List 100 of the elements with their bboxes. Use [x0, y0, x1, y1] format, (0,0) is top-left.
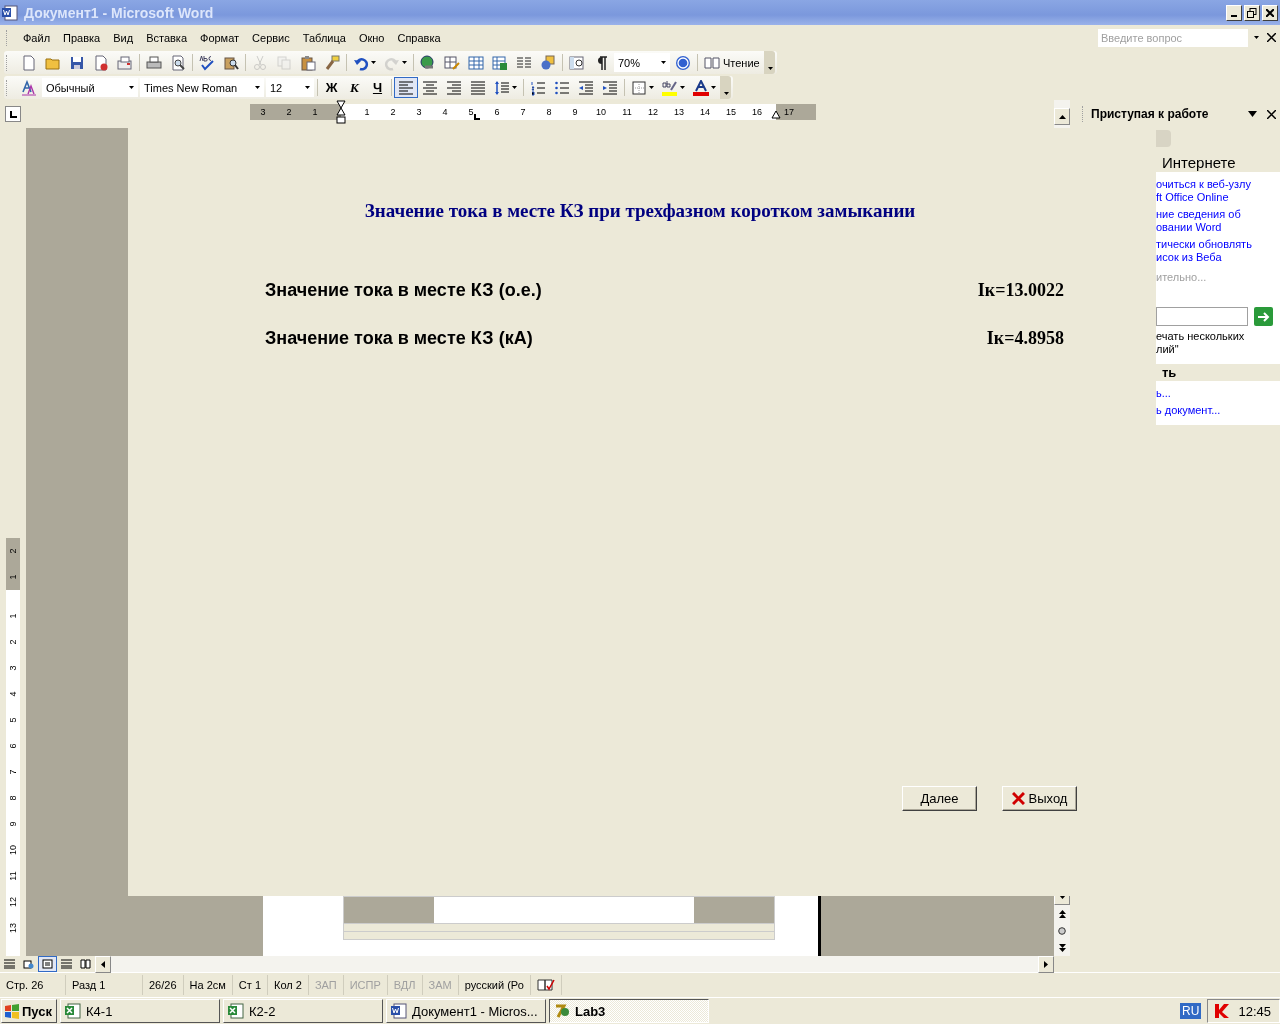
view-icon[interactable] [80, 959, 91, 969]
dropdown-caret-icon[interactable] [767, 67, 773, 70]
double-up-arrow-icon[interactable] [1058, 909, 1066, 918]
dropdown-caret-icon[interactable] [680, 86, 685, 89]
ruler-number: 2 [8, 548, 18, 554]
circle-icon[interactable] [1058, 926, 1066, 935]
menu-item[interactable]: Вид [107, 29, 140, 46]
close-button[interactable] [1262, 4, 1278, 21]
taskbar-button[interactable]: К2-2 [223, 999, 383, 1023]
close-icon[interactable] [1266, 8, 1274, 17]
ruler-number: 5 [468, 107, 474, 117]
up-arrow-icon[interactable] [1058, 114, 1066, 119]
scroll-up-button[interactable] [1054, 108, 1070, 125]
tab-stop-icon[interactable] [474, 114, 480, 120]
clock: 12:45 [1238, 1003, 1271, 1019]
view-icon[interactable] [23, 959, 34, 969]
pane-link[interactable]: ь... [1156, 387, 1276, 400]
taskbar-button[interactable]: Документ1 - Micros... [386, 999, 546, 1023]
left-arrow-icon[interactable] [101, 960, 105, 968]
go-button[interactable] [1254, 307, 1273, 326]
result-label: Значение тока в месте КЗ (о.е.) [265, 280, 542, 301]
reading-button[interactable]: Чтение [700, 52, 764, 73]
dropdown-caret-icon[interactable] [371, 61, 376, 64]
right-indent-marker-icon[interactable] [771, 110, 781, 119]
ruler-number: 11 [622, 107, 632, 117]
style-combo[interactable]: Обычный [42, 78, 138, 97]
taskbar-button[interactable]: К4-1 [60, 999, 220, 1023]
minimize-button[interactable] [1226, 4, 1242, 21]
menu-item[interactable]: Формат [194, 29, 246, 46]
ruler-number: 7 [520, 107, 526, 117]
ruler-number: 12 [648, 107, 658, 117]
dropdown-caret-icon[interactable] [512, 86, 517, 89]
indent-marker-icon[interactable] [336, 100, 346, 124]
ruler-number: 8 [546, 107, 552, 117]
toolbar-options-button[interactable] [720, 76, 731, 99]
left-tab-icon[interactable] [9, 110, 17, 118]
search-field[interactable] [1156, 307, 1248, 326]
font-combo[interactable]: Times New Roman [140, 78, 264, 97]
status-text: Разд 1 [66, 975, 143, 995]
dropdown-caret-icon[interactable] [661, 61, 666, 64]
pane-link[interactable]: ние сведения об овании Word [1156, 208, 1276, 234]
menu-item[interactable]: Вставка [140, 29, 193, 46]
italic-button[interactable]: К [343, 77, 366, 98]
pane-link[interactable]: ь документ... [1156, 404, 1276, 417]
view-icon[interactable] [42, 959, 53, 969]
font-color-icon[interactable] [693, 79, 709, 96]
windows-flag-icon[interactable] [4, 1003, 20, 1019]
language-indicator[interactable]: RU [1180, 1003, 1202, 1019]
zoom-combo[interactable]: 70% [614, 53, 670, 72]
menu-item[interactable]: Сервис [246, 29, 296, 46]
pane-link[interactable]: очиться к веб-узлу ft Office Online [1156, 178, 1276, 204]
open-book-icon[interactable] [704, 54, 720, 71]
pane-link[interactable]: тически обновлять исок из Веба [1156, 238, 1276, 264]
print-layout-button[interactable] [38, 956, 57, 972]
dropdown-caret-icon[interactable] [724, 92, 729, 95]
start-button[interactable]: Пуск [1, 999, 57, 1023]
dropdown-caret-icon[interactable] [711, 86, 716, 89]
double-down-arrow-icon[interactable] [1058, 943, 1066, 952]
exit-button[interactable]: Выход [1002, 786, 1077, 811]
dropdown-caret-icon[interactable] [1248, 111, 1257, 117]
spellcheck-book-icon[interactable] [536, 978, 555, 992]
application-icon[interactable] [554, 1003, 570, 1019]
menu-item[interactable]: Правка [57, 29, 107, 46]
cross-icon [1011, 792, 1025, 805]
horizontal-scrollbar[interactable] [111, 956, 1038, 972]
toolbar-options-button[interactable] [763, 51, 775, 74]
dropdown-caret-icon[interactable] [305, 86, 310, 89]
antivirus-icon[interactable] [1214, 1003, 1231, 1019]
tab-selector-button[interactable] [5, 106, 21, 122]
highlighter-icon[interactable] [662, 79, 678, 96]
spreadsheet-icon[interactable] [65, 1003, 81, 1019]
right-arrow-icon[interactable] [1044, 960, 1048, 968]
menu-item[interactable]: Файл [17, 29, 57, 46]
ruler-number: 16 [752, 107, 762, 117]
bold-button[interactable]: Ж [320, 77, 343, 98]
arrow-right-icon[interactable] [1257, 311, 1270, 322]
question-field[interactable]: Введите вопрос [1098, 28, 1248, 47]
ruler-number: 3 [8, 665, 18, 671]
menu-item[interactable]: Окно [352, 29, 391, 46]
taskbar-button[interactable]: Lab3 [549, 999, 709, 1023]
dropdown-caret-icon[interactable] [1254, 36, 1259, 39]
ruler-number: 3 [260, 107, 266, 117]
dropdown-caret-icon[interactable] [649, 86, 654, 89]
status-text: Кол 2 [268, 975, 309, 995]
line-spacing-icon[interactable] [494, 79, 510, 96]
menu-item[interactable]: Справка [391, 29, 447, 46]
next-button[interactable]: Далее [902, 786, 977, 811]
close-icon[interactable] [1267, 33, 1276, 42]
search-hint: ечать нескольких лий" [1156, 330, 1246, 356]
dropdown-caret-icon[interactable] [129, 86, 134, 89]
ruler-number: 8 [8, 795, 18, 801]
ruler-number: 10 [8, 845, 18, 855]
ruler-number: 2 [286, 107, 292, 117]
menu-item[interactable]: Таблица [296, 29, 352, 46]
spreadsheet-icon[interactable] [228, 1003, 244, 1019]
close-icon[interactable] [1267, 109, 1276, 119]
dropdown-caret-icon[interactable] [255, 86, 260, 89]
font-size-combo[interactable]: 12 [266, 78, 314, 97]
word-document-icon[interactable] [391, 1003, 407, 1019]
underline-button[interactable]: Ч [366, 77, 389, 98]
